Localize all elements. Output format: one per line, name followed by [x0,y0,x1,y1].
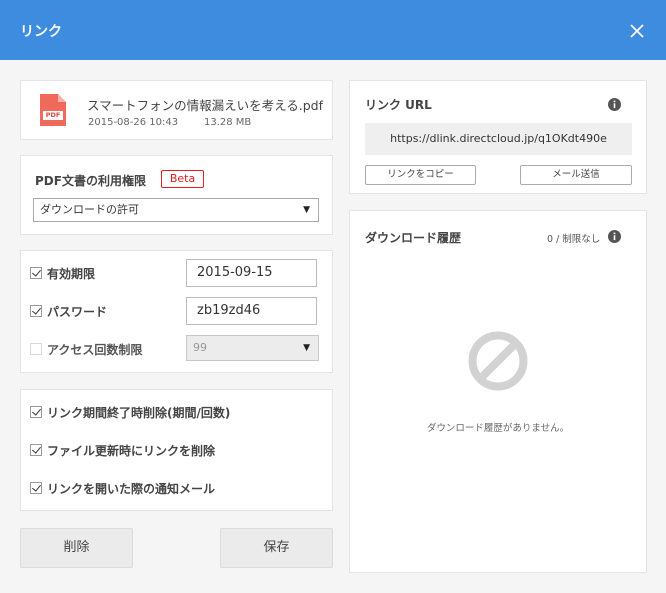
download-history-panel: ダウンロード履歴 0 / 制限なし ダウンロード履歴がありません。 [349,210,647,573]
link-options-panel: リンク期間終了時削除(期間/回数) ファイル更新時にリンクを削除 リンクを開いた… [20,389,333,511]
expiry-date-input[interactable]: 2015-09-15 [186,259,317,287]
dialog-title: リンク [20,24,62,40]
pdf-permission-selected: ダウンロードの許可 [40,203,139,216]
empty-history-message: ダウンロード履歴がありません。 [426,423,570,434]
dialog-body: PDF スマートフォンの情報漏えいを考える.pdf 2015-08-26 10:… [0,60,666,593]
link-url-value[interactable]: https://dlink.directcloud.jp/q1OKdt490e [365,123,632,155]
file-date: 2015-08-26 10:43 [88,117,179,128]
option-label-delete-on-update: ファイル更新時にリンクを削除 [47,444,216,458]
download-count: 0 / 制限なし [547,234,601,245]
pdf-file-icon: PDF [39,93,67,127]
dropdown-arrow-icon: ▼ [303,205,310,215]
pdf-permission-panel: PDF文書の利用権限 Beta ダウンロードの許可 ▼ [20,155,333,235]
send-mail-button[interactable]: メール送信 [520,165,632,185]
save-button[interactable]: 保存 [220,528,333,568]
info-icon[interactable] [608,228,621,243]
option-checkbox-notify-mail[interactable] [30,482,42,494]
option-label-delete-on-expiry: リンク期間終了時削除(期間/回数) [47,406,231,420]
file-name: スマートフォンの情報漏えいを考える.pdf [87,98,323,113]
pdf-permission-title: PDF文書の利用権限 [35,174,146,188]
option-checkbox-delete-on-update[interactable] [30,444,42,456]
access-limit-select[interactable]: 99 ▼ [186,335,319,361]
file-size: 13.28 MB [204,117,252,128]
dialog-header: リンク [0,0,666,60]
password-checkbox[interactable] [30,305,42,317]
option-label-notify-mail: リンクを開いた際の通知メール [47,482,216,496]
access-limit-checkbox[interactable] [30,343,42,355]
expiry-checkbox[interactable] [30,267,42,279]
no-history-icon [468,331,528,391]
expiry-label: 有効期限 [47,267,96,281]
pdf-permission-select[interactable]: ダウンロードの許可 ▼ [33,198,319,222]
access-limit-value: 99 [193,341,207,354]
link-url-title: リンク URL [365,98,432,112]
link-settings-panel: 有効期限 2015-09-15 パスワード zb19zd46 アクセス回数制限 … [20,250,333,373]
option-checkbox-delete-on-expiry[interactable] [30,406,42,418]
password-input[interactable]: zb19zd46 [186,297,317,325]
info-icon[interactable] [608,96,621,111]
link-url-panel: リンク URL https://dlink.directcloud.jp/q1O… [349,80,647,194]
download-history-title: ダウンロード履歴 [365,231,462,245]
beta-badge: Beta [161,170,204,188]
close-icon[interactable] [626,20,648,42]
dropdown-arrow-icon: ▼ [303,343,310,353]
password-label: パスワード [47,305,108,319]
copy-link-button[interactable]: リンクをコピー [365,165,476,185]
pdf-icon-label: PDF [45,111,61,119]
delete-button[interactable]: 削除 [20,528,133,568]
file-info-panel: PDF スマートフォンの情報漏えいを考える.pdf 2015-08-26 10:… [20,80,333,140]
access-limit-label: アクセス回数制限 [47,343,143,357]
